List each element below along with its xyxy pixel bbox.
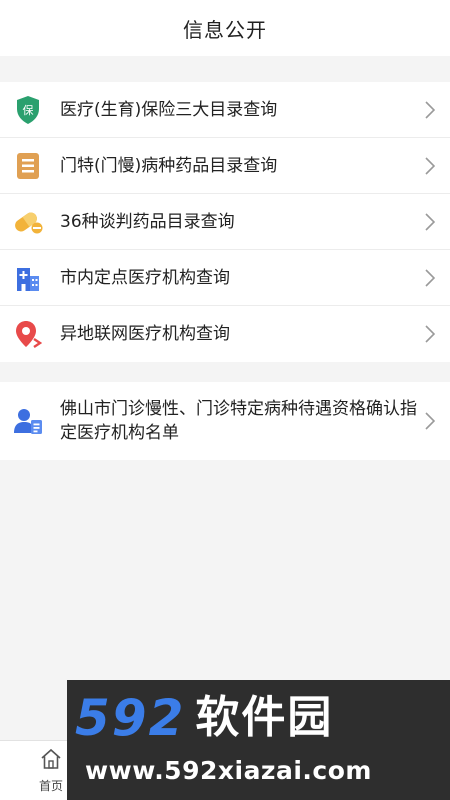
chevron-right-icon <box>422 156 438 176</box>
list-item-label: 市内定点医疗机构查询 <box>60 267 230 288</box>
list-item-remote-institutions[interactable]: 异地联网医疗机构查询 <box>0 306 450 362</box>
list-item-special-disease-drugs[interactable]: 门特(门慢)病种药品目录查询 <box>0 138 450 194</box>
watermark-banner: 592 软件园 www.592xiazai.com <box>67 680 450 800</box>
list-item-label: 医疗(生育)保险三大目录查询 <box>60 99 278 120</box>
watermark-logo-text: 软件园 <box>195 692 334 743</box>
document-list-icon <box>12 150 44 182</box>
list-item-designated-institutions[interactable]: 佛山市门诊慢性、门诊特定病种待遇资格确认指定医疗机构名单 <box>0 382 450 460</box>
list-item-label: 佛山市门诊慢性、门诊特定病种待遇资格确认指定医疗机构名单 <box>60 399 417 443</box>
list-item-negotiated-drugs[interactable]: 36种谈判药品目录查询 <box>0 194 450 250</box>
chevron-right-icon <box>422 100 438 120</box>
chevron-right-icon <box>422 411 438 431</box>
chevron-right-icon <box>422 268 438 288</box>
hospital-building-icon <box>12 262 44 294</box>
page-title: 信息公开 <box>183 17 267 42</box>
svg-text:保: 保 <box>23 103 34 117</box>
home-icon <box>39 747 63 775</box>
page-header: 信息公开 <box>0 0 450 56</box>
chevron-right-icon <box>422 324 438 344</box>
person-document-icon <box>12 405 44 437</box>
designated-list: 佛山市门诊慢性、门诊特定病种待遇资格确认指定医疗机构名单 <box>0 382 450 460</box>
pill-capsule-icon <box>12 206 44 238</box>
watermark-logo: 592 软件园 <box>75 689 445 747</box>
chevron-right-icon <box>422 212 438 232</box>
tab-home-label: 首页 <box>38 779 63 793</box>
insurance-shield-icon: 保 <box>12 94 44 126</box>
location-pin-icon <box>12 318 44 350</box>
query-list: 保 医疗(生育)保险三大目录查询 门特(门慢)病种药品目录查询 36种谈判药品目… <box>0 82 450 362</box>
list-item-label: 异地联网医疗机构查询 <box>60 324 230 344</box>
list-item-label: 门特(门慢)病种药品目录查询 <box>60 155 278 176</box>
list-item-label: 36种谈判药品目录查询 <box>60 211 235 232</box>
list-item-medical-catalog[interactable]: 保 医疗(生育)保险三大目录查询 <box>0 82 450 138</box>
list-item-local-institutions[interactable]: 市内定点医疗机构查询 <box>0 250 450 306</box>
watermark-url: www.592xiazai.com <box>85 756 372 785</box>
watermark-logo-number: 592 <box>75 689 186 747</box>
